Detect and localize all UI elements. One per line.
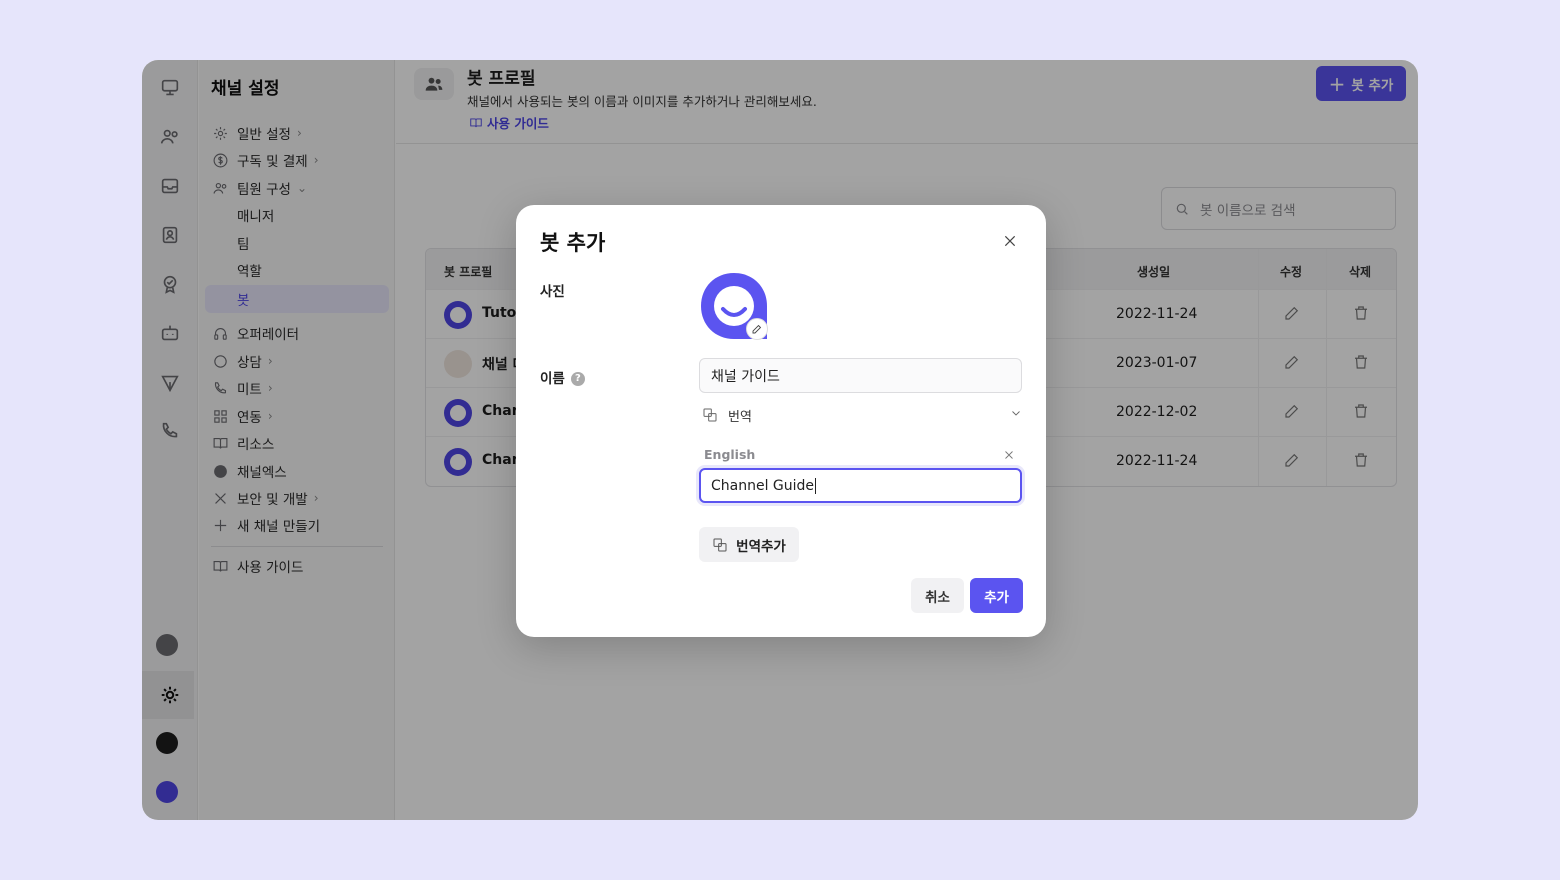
add-translation-button[interactable]: 번역추가	[699, 527, 799, 562]
add-bot-modal: 봇 추가 사진 이름? 채널 가이드 번역 English Channel Gu…	[516, 205, 1046, 637]
translation-toggle[interactable]: 번역	[702, 405, 1022, 425]
name-label: 이름?	[540, 367, 585, 387]
text-caret	[815, 477, 817, 494]
close-icon[interactable]	[998, 229, 1022, 253]
add-translation-label: 번역추가	[736, 538, 786, 555]
cancel-button[interactable]: 취소	[911, 578, 964, 613]
edit-photo-icon[interactable]	[746, 318, 768, 340]
name-label-text: 이름	[540, 371, 565, 387]
name-input-value: 채널 가이드	[711, 368, 780, 385]
name-input[interactable]: 채널 가이드	[699, 358, 1022, 393]
translate-icon	[703, 408, 717, 422]
english-name-value: Channel Guide	[711, 477, 815, 494]
chevron-down-icon	[1010, 407, 1022, 423]
remove-translation-icon[interactable]	[1003, 446, 1019, 462]
modal-title: 봇 추가	[540, 231, 606, 255]
english-name-input[interactable]: Channel Guide	[699, 468, 1022, 503]
help-icon[interactable]: ?	[570, 372, 585, 386]
language-label: English	[704, 447, 756, 462]
translation-label: 번역	[728, 409, 752, 425]
photo-label: 사진	[540, 284, 565, 300]
confirm-add-button[interactable]: 추가	[970, 578, 1023, 613]
translate-icon	[713, 538, 727, 551]
